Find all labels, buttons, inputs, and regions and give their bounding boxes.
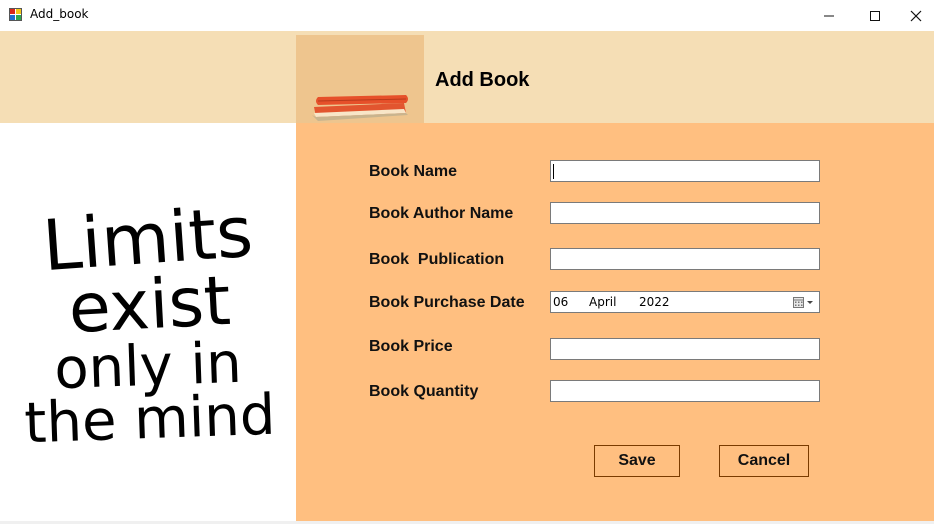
close-button[interactable] <box>898 0 934 31</box>
book-publication-label: Book Publication <box>369 251 505 268</box>
date-day[interactable]: 06 <box>553 295 568 309</box>
stacked-books-icon <box>312 95 408 121</box>
book-price-input[interactable] <box>550 338 820 360</box>
maximize-icon <box>870 10 880 21</box>
book-publication-input[interactable] <box>550 248 820 270</box>
cancel-button[interactable]: Cancel <box>719 445 809 477</box>
window-title: Add_book <box>30 7 89 21</box>
book-quantity-label: Book Quantity <box>369 383 479 400</box>
text-cursor <box>553 164 554 179</box>
app-window: Add_book Add Book Limits exist only in t… <box>0 0 934 524</box>
quote-artwork: Limits exist only in the mind <box>23 191 276 457</box>
maximize-button[interactable] <box>852 0 898 31</box>
quote-panel: Limits exist only in the mind <box>0 123 296 521</box>
date-month[interactable]: April <box>589 295 616 309</box>
purchase-date-picker[interactable]: 06 April 2022 <box>550 291 820 313</box>
app-icon <box>9 8 22 21</box>
minimize-button[interactable] <box>806 0 852 31</box>
calendar-dropdown-icon[interactable] <box>793 296 815 309</box>
book-name-input[interactable] <box>550 160 820 182</box>
form-panel: Book Name Book Author Name Book Publicat… <box>296 123 934 521</box>
book-quantity-input[interactable] <box>550 380 820 402</box>
book-price-label: Book Price <box>369 338 453 355</box>
date-year[interactable]: 2022 <box>639 295 670 309</box>
book-name-label: Book Name <box>369 163 458 180</box>
book-author-label: Book Author Name <box>369 205 514 222</box>
page-title: Add Book <box>435 69 530 91</box>
title-bar[interactable]: Add_book <box>0 0 934 31</box>
book-author-input[interactable] <box>550 202 820 224</box>
book-image <box>296 35 424 123</box>
quote-line-4: the mind <box>23 383 276 457</box>
minimize-icon <box>824 15 834 16</box>
close-icon <box>910 10 922 21</box>
header-band: Add Book <box>0 31 934 123</box>
save-button[interactable]: Save <box>594 445 680 477</box>
purchase-date-label: Book Purchase Date <box>369 294 525 311</box>
